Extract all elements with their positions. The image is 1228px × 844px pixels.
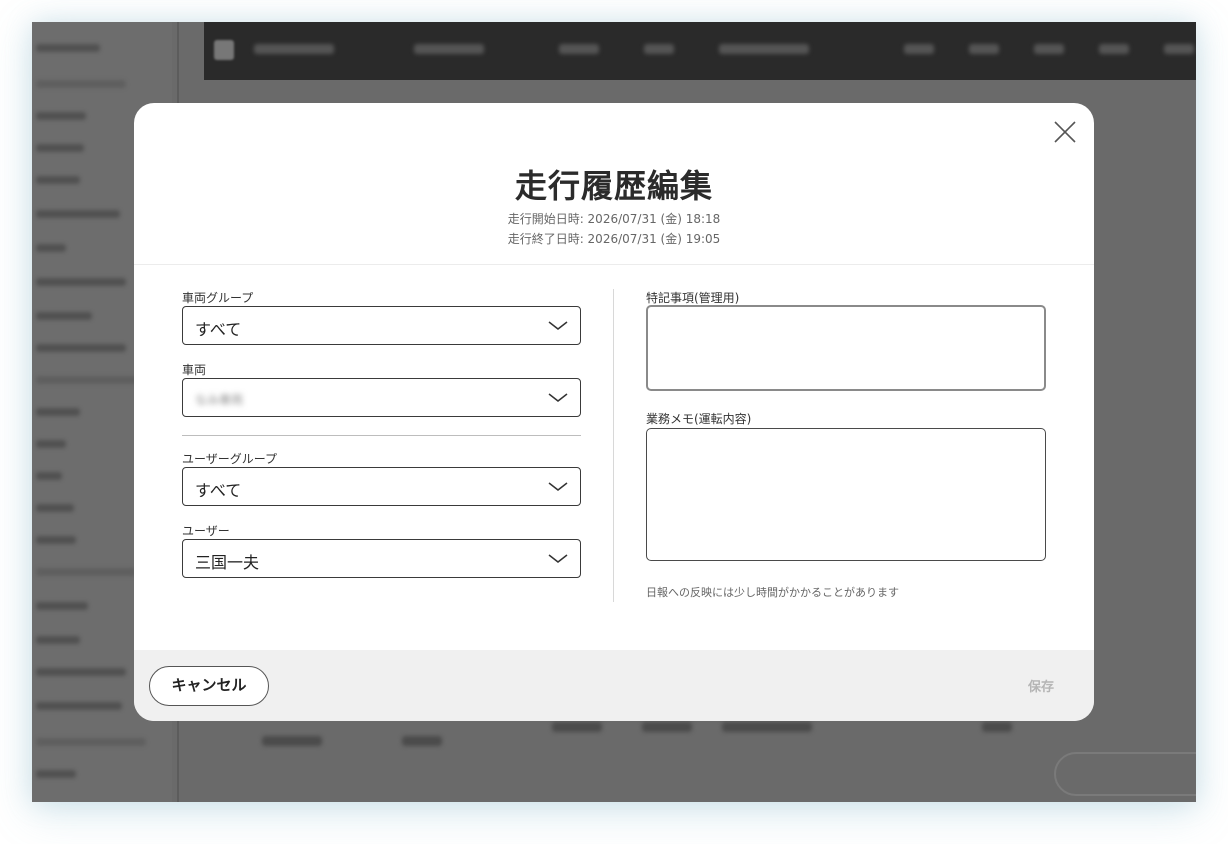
vehicle-group-value: すべて	[195, 320, 242, 339]
background-text	[552, 722, 602, 732]
user-select[interactable]: 三国一夫	[182, 539, 581, 578]
chevron-down-icon	[548, 554, 568, 563]
user-group-value: すべて	[195, 481, 242, 500]
work-memo-textarea[interactable]	[646, 428, 1046, 561]
save-button[interactable]: 保存	[1028, 676, 1054, 695]
modal-footer: キャンセル 保存	[134, 650, 1094, 721]
background-topbar	[204, 22, 1196, 80]
background-text	[722, 722, 812, 732]
work-memo-label: 業務メモ(運転内容)	[646, 412, 752, 426]
end-datetime: 走行終了日時: 2026/07/31 (金) 19:05	[507, 232, 721, 246]
admin-notes-label: 特記事項(管理用)	[646, 291, 740, 305]
background-text	[402, 736, 442, 746]
user-value: 三国一夫	[195, 553, 260, 572]
vehicle-label: 車両	[182, 363, 207, 377]
edit-travel-history-modal: 走行履歴編集 走行開始日時: 2026/07/31 (金) 18:18 走行終了…	[134, 103, 1094, 721]
cancel-button[interactable]: キャンセル	[149, 666, 269, 706]
vehicle-value: なみ車両	[195, 393, 244, 407]
vehicle-group-label: 車両グループ	[182, 291, 254, 305]
modal-title: 走行履歴編集	[514, 167, 713, 205]
vehicle-select[interactable]: なみ車両	[182, 378, 581, 417]
chevron-down-icon	[548, 393, 568, 402]
background-text	[982, 722, 1012, 732]
user-group-label: ユーザーグループ	[182, 452, 278, 466]
vehicle-group-select[interactable]: すべて	[182, 306, 581, 345]
background-text	[262, 736, 322, 746]
user-group-select[interactable]: すべて	[182, 467, 581, 506]
background-pill-button	[1054, 752, 1196, 796]
admin-notes-textarea[interactable]	[646, 305, 1046, 391]
section-divider	[182, 435, 581, 436]
chevron-down-icon	[548, 482, 568, 491]
user-label: ユーザー	[182, 524, 230, 538]
column-divider	[613, 289, 614, 602]
modal-header: 走行履歴編集 走行開始日時: 2026/07/31 (金) 18:18 走行終了…	[134, 103, 1094, 265]
reflection-hint: 日報への反映には少し時間がかかることがあります	[646, 586, 899, 599]
background-text	[642, 722, 692, 732]
chevron-down-icon	[548, 321, 568, 330]
start-datetime: 走行開始日時: 2026/07/31 (金) 18:18	[507, 212, 721, 226]
